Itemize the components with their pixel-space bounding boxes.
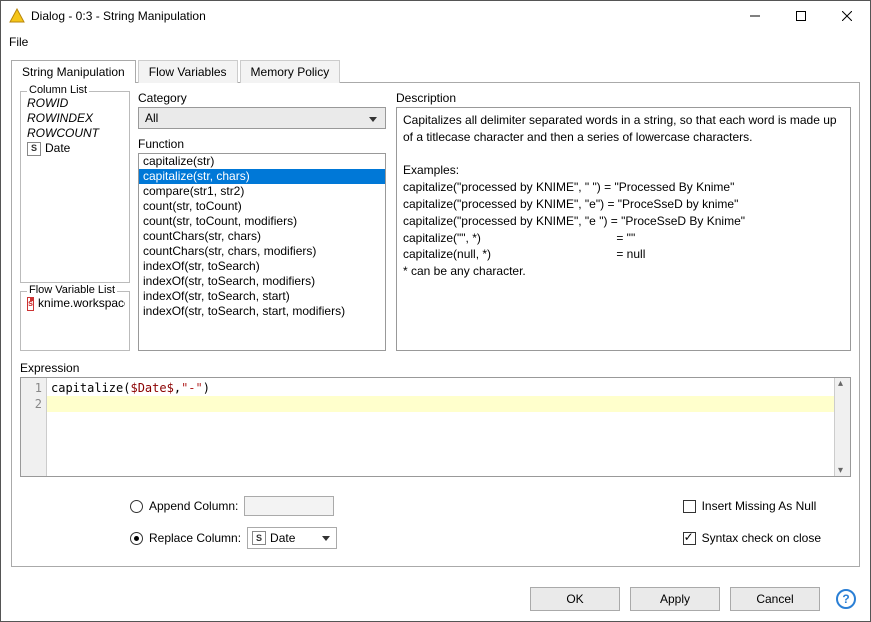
function-item[interactable]: compare(str1, str2)	[139, 184, 385, 199]
append-column-row[interactable]: Append Column:	[130, 495, 337, 517]
column-list-body[interactable]: ROWID ROWINDEX ROWCOUNT S Date	[25, 96, 125, 266]
description-paragraph: Capitalizes all delimiter separated word…	[403, 112, 844, 146]
description-box[interactable]: Capitalizes all delimiter separated word…	[396, 107, 851, 351]
app-icon	[9, 8, 25, 24]
append-column-radio[interactable]	[130, 500, 143, 513]
tab-string-manipulation[interactable]: String Manipulation	[11, 60, 136, 83]
expression-scrollbar[interactable]	[834, 378, 850, 476]
tab-memory-policy[interactable]: Memory Policy	[240, 60, 341, 83]
flow-variable-list-panel: Flow Variable List s knime.workspace	[20, 291, 130, 351]
maximize-icon	[796, 11, 806, 21]
cancel-button[interactable]: Cancel	[730, 587, 820, 611]
close-button[interactable]	[824, 1, 870, 31]
flow-var-icon: s	[27, 297, 34, 311]
expression-gutter: 1 2	[21, 378, 47, 476]
flow-var-label: knime.workspace	[38, 296, 125, 311]
menu-file[interactable]: File	[9, 35, 28, 49]
flow-variable-list-body[interactable]: s knime.workspace	[25, 296, 125, 346]
tab-body: Column List ROWID ROWINDEX ROWCOUNT S Da…	[11, 83, 860, 567]
left-column: Column List ROWID ROWINDEX ROWCOUNT S Da…	[20, 91, 130, 351]
menubar: File	[1, 31, 870, 53]
function-item[interactable]: countChars(str, chars)	[139, 229, 385, 244]
function-item[interactable]: indexOf(str, toSearch)	[139, 259, 385, 274]
window-controls	[732, 1, 870, 31]
example-4: capitalize("", *) = ""	[403, 230, 844, 247]
column-rowindex[interactable]: ROWINDEX	[25, 111, 125, 126]
column-date-label: Date	[45, 141, 70, 156]
example-1: capitalize("processed by KNIME", " ") = …	[403, 179, 844, 196]
category-dropdown[interactable]: All	[138, 107, 386, 129]
maximize-button[interactable]	[778, 1, 824, 31]
dialog-window: Dialog - 0:3 - String Manipulation File …	[0, 0, 871, 622]
expression-code[interactable]: capitalize($Date$,"-")	[47, 378, 834, 476]
example-3: capitalize("processed by KNIME", "e ") =…	[403, 213, 844, 230]
expression-editor[interactable]: 1 2 capitalize($Date$,"-")	[20, 377, 851, 477]
expression-label: Expression	[20, 361, 851, 375]
append-column-input	[244, 496, 334, 516]
expression-section: Expression 1 2 capitalize($Date$,"-")	[20, 361, 851, 477]
example-5: capitalize(null, *) = null	[403, 246, 844, 263]
insert-missing-checkbox[interactable]	[683, 500, 696, 513]
flow-var-knime-workspace[interactable]: s knime.workspace	[25, 296, 125, 311]
expression-line-1: capitalize($Date$,"-")	[51, 380, 830, 396]
replace-column-row[interactable]: Replace Column: S Date	[130, 527, 337, 549]
description-label: Description	[396, 91, 851, 105]
function-item[interactable]: indexOf(str, toSearch, modifiers)	[139, 274, 385, 289]
function-label: Function	[138, 137, 386, 151]
category-selected: All	[145, 111, 158, 125]
titlebar: Dialog - 0:3 - String Manipulation	[1, 1, 870, 31]
example-2: capitalize("processed by KNIME", "e") = …	[403, 196, 844, 213]
category-function-column: Category All Function capitalize(str)cap…	[138, 91, 386, 351]
expression-current-line-highlight	[47, 396, 834, 412]
description-column: Description Capitalizes all delimiter se…	[396, 91, 851, 351]
flow-variable-list-legend: Flow Variable List	[27, 284, 117, 296]
syntax-check-label: Syntax check on close	[702, 531, 821, 545]
column-rowcount[interactable]: ROWCOUNT	[25, 126, 125, 141]
help-button[interactable]: ?	[836, 589, 856, 609]
string-type-icon: S	[27, 142, 41, 156]
button-bar: OK Apply Cancel ?	[1, 577, 870, 621]
syntax-check-checkbox[interactable]	[683, 532, 696, 545]
examples-label: Examples:	[403, 162, 844, 179]
function-item[interactable]: indexOf(str, toSearch, start, modifiers)	[139, 304, 385, 319]
function-item[interactable]: count(str, toCount, modifiers)	[139, 214, 385, 229]
syntax-check-row[interactable]: Syntax check on close	[683, 527, 821, 549]
function-item[interactable]: countChars(str, chars, modifiers)	[139, 244, 385, 259]
category-function-description-row: Category All Function capitalize(str)cap…	[138, 91, 851, 351]
ok-button[interactable]: OK	[530, 587, 620, 611]
column-list-legend: Column List	[27, 84, 89, 96]
replace-column-label: Replace Column:	[149, 531, 241, 545]
column-output-options: Append Column: Replace Column: S Date	[130, 495, 337, 549]
string-type-icon: S	[252, 531, 266, 545]
function-item[interactable]: count(str, toCount)	[139, 199, 385, 214]
column-rowid[interactable]: ROWID	[25, 96, 125, 111]
options-row: Append Column: Replace Column: S Date In…	[130, 495, 851, 549]
tab-flow-variables[interactable]: Flow Variables	[138, 60, 238, 83]
apply-button[interactable]: Apply	[630, 587, 720, 611]
insert-missing-row[interactable]: Insert Missing As Null	[683, 495, 821, 517]
insert-missing-label: Insert Missing As Null	[702, 499, 817, 513]
replace-column-radio[interactable]	[130, 532, 143, 545]
function-list[interactable]: capitalize(str)capitalize(str, chars)com…	[138, 153, 386, 351]
append-column-label: Append Column:	[149, 499, 238, 513]
upper-panels: Column List ROWID ROWINDEX ROWCOUNT S Da…	[20, 91, 851, 351]
category-label: Category	[138, 91, 386, 105]
replace-column-combo[interactable]: S Date	[247, 527, 337, 549]
description-note: * can be any character.	[403, 263, 844, 280]
replace-column-value: Date	[270, 531, 295, 545]
function-item[interactable]: indexOf(str, toSearch, start)	[139, 289, 385, 304]
misc-options: Insert Missing As Null Syntax check on c…	[683, 495, 821, 549]
function-item[interactable]: capitalize(str)	[139, 154, 385, 169]
column-date[interactable]: S Date	[25, 141, 125, 156]
close-icon	[842, 11, 852, 21]
window-title: Dialog - 0:3 - String Manipulation	[31, 9, 732, 23]
minimize-icon	[750, 11, 760, 21]
right-column: Category All Function capitalize(str)cap…	[138, 91, 851, 351]
function-item[interactable]: capitalize(str, chars)	[139, 169, 385, 184]
column-list-panel: Column List ROWID ROWINDEX ROWCOUNT S Da…	[20, 91, 130, 283]
minimize-button[interactable]	[732, 1, 778, 31]
tabs: String Manipulation Flow Variables Memor…	[11, 59, 860, 83]
